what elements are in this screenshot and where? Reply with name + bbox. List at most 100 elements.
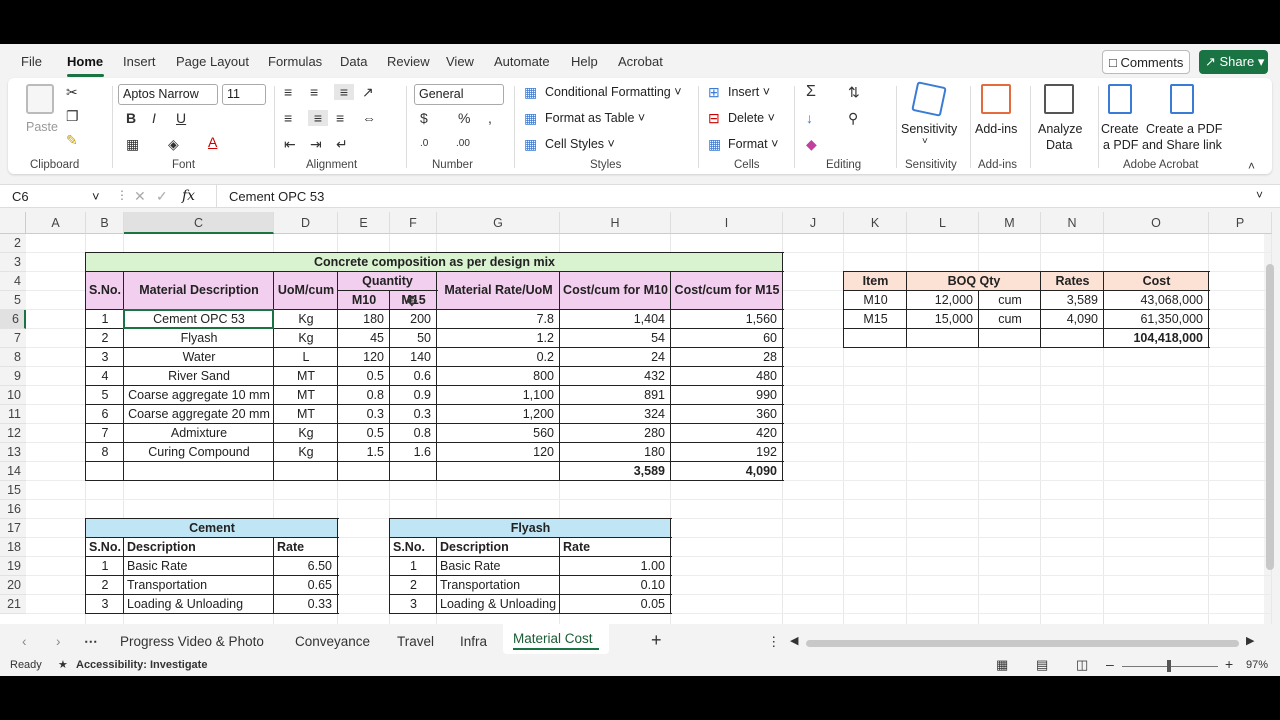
row-header-8[interactable]: 8 (0, 348, 26, 367)
table-cell-sno[interactable]: 5 (86, 386, 124, 405)
table-cell-rate[interactable]: 800 (437, 367, 560, 386)
table-cell-cost-m15[interactable]: 28 (671, 348, 783, 367)
boq-cell-qty[interactable]: 12,000 (907, 291, 979, 310)
flyash-cell-rate[interactable]: 1.00 (560, 557, 671, 576)
row-header-17[interactable]: 17 (0, 519, 26, 538)
table-cell-cost-m10[interactable]: 280 (560, 424, 671, 443)
select-all-corner[interactable] (0, 212, 26, 234)
enter-icon[interactable]: ✓ (156, 188, 168, 205)
table-cell-uom[interactable]: MT (274, 386, 338, 405)
create-pdf-button[interactable]: Create (1101, 122, 1139, 136)
format-cells-button[interactable]: Format ˅ (728, 137, 778, 151)
boq-cell-qty[interactable]: 15,000 (907, 310, 979, 329)
boq-header-qty[interactable]: BOQ Qty (907, 272, 1041, 291)
flyash-cell-description[interactable]: Transportation (437, 576, 560, 595)
column-header-n[interactable]: N (1041, 212, 1104, 234)
accessibility-status[interactable]: Accessibility: Investigate (76, 659, 207, 671)
table-cell-m10[interactable]: 0.5 (338, 424, 390, 443)
boq-header-rates[interactable]: Rates (1041, 272, 1104, 291)
column-header-b[interactable]: B (86, 212, 124, 234)
cement-header-sno[interactable]: S.No. (86, 538, 124, 557)
boq-cell-unit[interactable]: cum (979, 291, 1041, 310)
flyash-cell-rate[interactable]: 0.05 (560, 595, 671, 614)
font-color-icon[interactable]: A (208, 134, 217, 150)
table-cell-cost-m10[interactable]: 891 (560, 386, 671, 405)
flyash-header-description[interactable]: Description (437, 538, 560, 557)
boq-cell-cost[interactable]: 43,068,000 (1104, 291, 1209, 310)
table-cell-m15[interactable]: 0.6 (390, 367, 437, 386)
menu-home[interactable]: Home (67, 54, 103, 69)
horizontal-scrollbar[interactable] (806, 640, 1239, 647)
row-header-13[interactable]: 13 (0, 443, 26, 462)
underline-icon[interactable]: U (176, 110, 186, 126)
table-cell-rate[interactable]: 0.2 (437, 348, 560, 367)
insert-function-icon[interactable]: fx (182, 188, 195, 204)
fill-icon[interactable]: ↓ (806, 110, 813, 126)
flyash-table-title[interactable]: Flyash (390, 519, 671, 538)
table-cell-cost-m10[interactable]: 24 (560, 348, 671, 367)
table-cell-description[interactable]: Admixture (124, 424, 274, 443)
flyash-cell-sno[interactable]: 2 (390, 576, 437, 595)
cement-cell-sno[interactable]: 1 (86, 557, 124, 576)
sheet-tab-conveyance[interactable]: Conveyance (295, 634, 370, 649)
table-cell-uom[interactable]: Kg (274, 424, 338, 443)
cut-icon[interactable]: ✂ (66, 84, 78, 100)
total-cost-m15[interactable]: 4,090 (671, 462, 783, 481)
menu-automate[interactable]: Automate (494, 54, 550, 69)
zoom-in-icon[interactable]: + (1225, 656, 1233, 672)
table-cell-m10[interactable]: 0.5 (338, 367, 390, 386)
insert-cells-button[interactable]: Insert ˅ (728, 85, 770, 99)
table-cell-sno[interactable]: 1 (86, 310, 124, 329)
table-cell-m15[interactable]: 200 (390, 310, 437, 329)
table-cell-rate[interactable]: 1,200 (437, 405, 560, 424)
row-header-7[interactable]: 7 (0, 329, 26, 348)
menu-formulas[interactable]: Formulas (268, 54, 322, 69)
find-select-icon[interactable]: ⚲ (848, 110, 858, 126)
table-cell-m15[interactable]: 1.6 (390, 443, 437, 462)
sensitivity-button[interactable]: Sensitivity (901, 122, 957, 136)
flyash-cell-rate[interactable]: 0.10 (560, 576, 671, 595)
table-cell-m15[interactable]: 0.3 (390, 405, 437, 424)
comments-button[interactable]: □ Comments (1102, 50, 1190, 74)
column-header-l[interactable]: L (907, 212, 979, 234)
row-header-21[interactable]: 21 (0, 595, 26, 614)
scroll-right-icon[interactable]: ▶ (1246, 634, 1254, 647)
boq-cell-cost[interactable]: 61,350,000 (1104, 310, 1209, 329)
wrap-text-icon[interactable]: ↵ (336, 136, 348, 152)
row-header-15[interactable]: 15 (0, 481, 26, 500)
format-as-table-button[interactable]: Format as Table ˅ (545, 111, 645, 125)
delete-cells-button[interactable]: Delete ˅ (728, 111, 775, 125)
row-header-2[interactable]: 2 (0, 234, 26, 253)
merge-center-icon[interactable]: ⇔ (362, 110, 376, 126)
page-layout-view-icon[interactable]: ▤ (1036, 657, 1048, 673)
boq-header-cost[interactable]: Cost (1104, 272, 1209, 291)
collapse-ribbon-icon[interactable]: ˄ (1248, 158, 1255, 174)
column-header-i[interactable]: I (671, 212, 783, 234)
flyash-header-sno[interactable]: S.No. (390, 538, 437, 557)
column-header-a[interactable]: A (26, 212, 86, 234)
share-button[interactable]: ↗ Share ▾ (1199, 50, 1268, 74)
row-header-14[interactable]: 14 (0, 462, 26, 481)
row-header-9[interactable]: 9 (0, 367, 26, 386)
increase-indent-icon[interactable]: ⇥ (310, 136, 322, 152)
copy-icon[interactable]: ❐ (66, 108, 79, 124)
table-cell-rate[interactable]: 1,100 (437, 386, 560, 405)
currency-icon[interactable]: $ (420, 110, 428, 126)
more-sheets-icon[interactable]: ⋯ (84, 634, 98, 650)
cement-cell-rate[interactable]: 6.50 (274, 557, 338, 576)
table-cell-description[interactable]: Water (124, 348, 274, 367)
vertical-scrollbar[interactable] (1266, 264, 1274, 570)
borders-icon[interactable]: ▦ (126, 136, 139, 152)
boq-total-cost[interactable]: 104,418,000 (1104, 329, 1209, 348)
cement-cell-sno[interactable]: 3 (86, 595, 124, 614)
cell-styles-button[interactable]: Cell Styles ˅ (545, 137, 615, 151)
align-top-icon[interactable]: ≡ (284, 84, 292, 100)
boq-header-item[interactable]: Item (844, 272, 907, 291)
table-cell-uom[interactable]: Kg (274, 329, 338, 348)
header-cost-m15[interactable]: Cost/cum for M15 (671, 281, 783, 300)
cement-cell-description[interactable]: Loading & Unloading (124, 595, 274, 614)
orientation-icon[interactable]: ↗ (362, 84, 374, 100)
table-cell-sno[interactable]: 4 (86, 367, 124, 386)
clear-icon[interactable]: ◆ (806, 136, 817, 152)
column-header-m[interactable]: M (979, 212, 1041, 234)
